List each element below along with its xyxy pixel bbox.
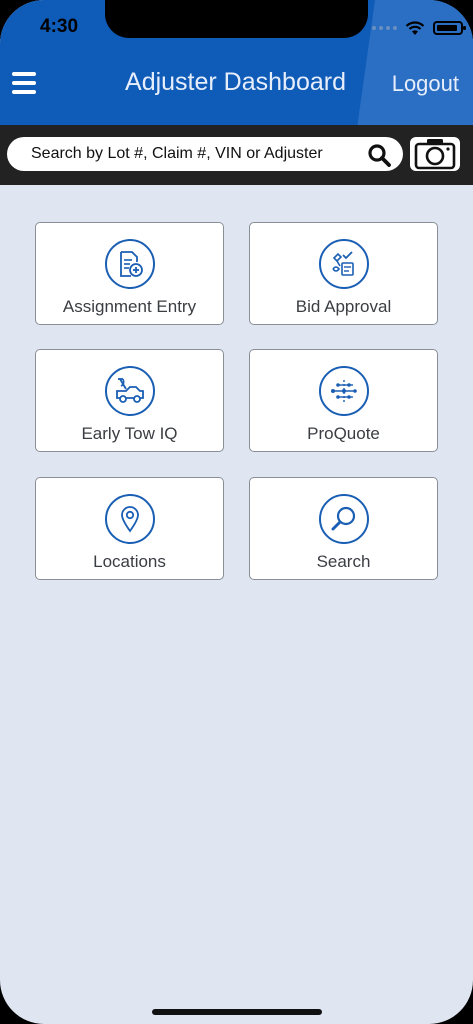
search-input[interactable]: Search by Lot #, Claim #, VIN or Adjuste… [7,137,403,171]
search-strip: Search by Lot #, Claim #, VIN or Adjuste… [0,125,473,185]
search-icon [318,494,369,544]
search-icon[interactable] [367,143,391,167]
device-notch [105,0,368,38]
wifi-icon [405,20,425,35]
tile-label: Early Tow IQ [81,424,178,443]
tile-proquote[interactable]: ProQuote [249,349,438,452]
search-placeholder: Search by Lot #, Claim #, VIN or Adjuste… [31,145,323,162]
tile-label: Locations [93,552,166,571]
app-screen: 4:30 Adjuster Dashboard Logout Search by… [0,0,473,1024]
tile-search[interactable]: Search [249,477,438,580]
home-indicator[interactable] [152,1009,322,1015]
tile-label: Assignment Entry [62,297,197,316]
tile-label: Bid Approval [295,297,392,316]
tow-truck-icon [104,366,155,416]
page-title: Adjuster Dashboard [125,68,346,96]
assignment-entry-icon [104,239,155,289]
camera-button[interactable] [410,137,460,171]
location-pin-icon [104,494,155,544]
signal-icon [372,26,397,30]
tile-early-tow-iq[interactable]: Early Tow IQ [35,349,224,452]
tile-assignment-entry[interactable]: Assignment Entry [35,222,224,325]
tile-bid-approval[interactable]: Bid Approval [249,222,438,325]
tile-locations[interactable]: Locations [35,477,224,580]
tile-label: ProQuote [307,424,380,443]
logout-button[interactable]: Logout [392,71,459,97]
status-icons [372,18,466,38]
tile-label: Search [316,552,371,571]
proquote-icon [318,366,369,416]
camera-icon [414,139,456,170]
status-time: 4:30 [40,16,79,37]
bid-approval-icon [318,239,369,289]
battery-icon [433,21,466,35]
app-header: 4:30 Adjuster Dashboard Logout [0,0,473,125]
